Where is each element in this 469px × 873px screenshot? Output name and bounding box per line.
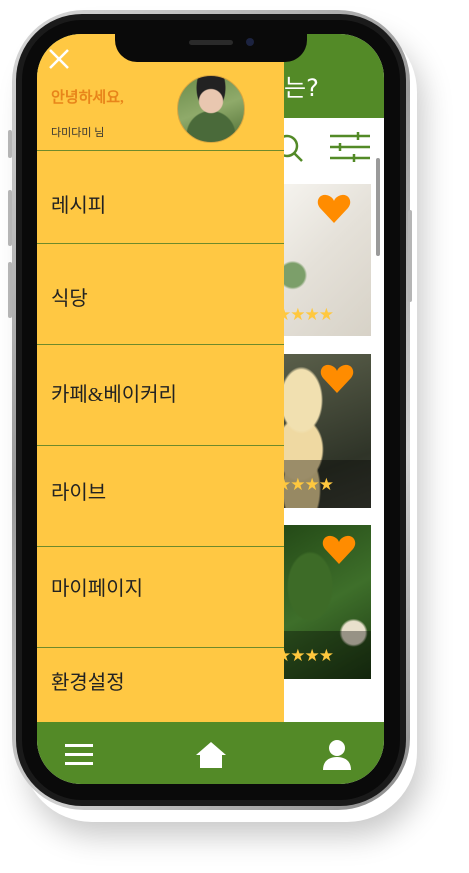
- front-camera: [246, 38, 254, 46]
- drawer-item-restaurant[interactable]: 식당: [37, 243, 284, 345]
- close-icon[interactable]: [48, 48, 70, 70]
- search-icon[interactable]: [283, 134, 305, 164]
- drawer-item-mypage[interactable]: 마이페이지: [37, 546, 284, 648]
- rating-stars: ★★★★: [284, 475, 334, 495]
- recipe-card[interactable]: ★★★★: [284, 184, 371, 336]
- drawer-item-label: 식당: [51, 288, 88, 310]
- speaker-grille: [189, 40, 233, 45]
- bottom-nav: [37, 722, 384, 784]
- volume-down-button: [8, 262, 12, 318]
- drawer-item-recipe[interactable]: 레시피: [37, 150, 284, 244]
- recipe-card[interactable]: ★★★★: [284, 525, 371, 679]
- home-icon[interactable]: [196, 741, 226, 769]
- mute-switch: [8, 130, 12, 158]
- drawer-item-label: 환경설정: [51, 672, 125, 694]
- heart-icon[interactable]: [317, 194, 351, 224]
- phone-notch: [115, 30, 307, 62]
- phone-screen: 는? ★★★★ ★★★★ ★★★★: [37, 34, 384, 784]
- drawer-item-cafe-bakery[interactable]: 카페&베이커리: [37, 344, 284, 446]
- menu-icon[interactable]: [65, 743, 93, 767]
- volume-up-button: [8, 190, 12, 246]
- drawer-item-label: 라이브: [51, 482, 107, 504]
- filter-icon[interactable]: [330, 132, 370, 162]
- power-button: [408, 210, 412, 302]
- scrollbar[interactable]: [376, 158, 380, 256]
- avatar[interactable]: [177, 75, 245, 143]
- side-drawer: 안녕하세요, 다미다미 님 레시피 식당 카페&베이커리 라이브 마이페이지 환…: [37, 34, 284, 722]
- drawer-item-label: 카페&베이커리: [51, 384, 177, 406]
- heart-icon[interactable]: [320, 364, 354, 394]
- heart-icon[interactable]: [322, 535, 356, 565]
- greeting-text: 안녕하세요,: [51, 90, 124, 106]
- username-text: 다미다미 님: [51, 127, 105, 139]
- recipe-card[interactable]: ★★★★: [284, 354, 371, 508]
- page-title: 는?: [284, 74, 319, 102]
- profile-icon[interactable]: [322, 739, 352, 771]
- rating-stars: ★★★★: [284, 646, 334, 666]
- drawer-item-label: 레시피: [51, 195, 107, 217]
- rating-stars: ★★★★: [284, 305, 334, 325]
- drawer-item-label: 마이페이지: [51, 578, 143, 600]
- drawer-item-settings[interactable]: 환경설정: [37, 647, 284, 723]
- drawer-item-live[interactable]: 라이브: [37, 445, 284, 547]
